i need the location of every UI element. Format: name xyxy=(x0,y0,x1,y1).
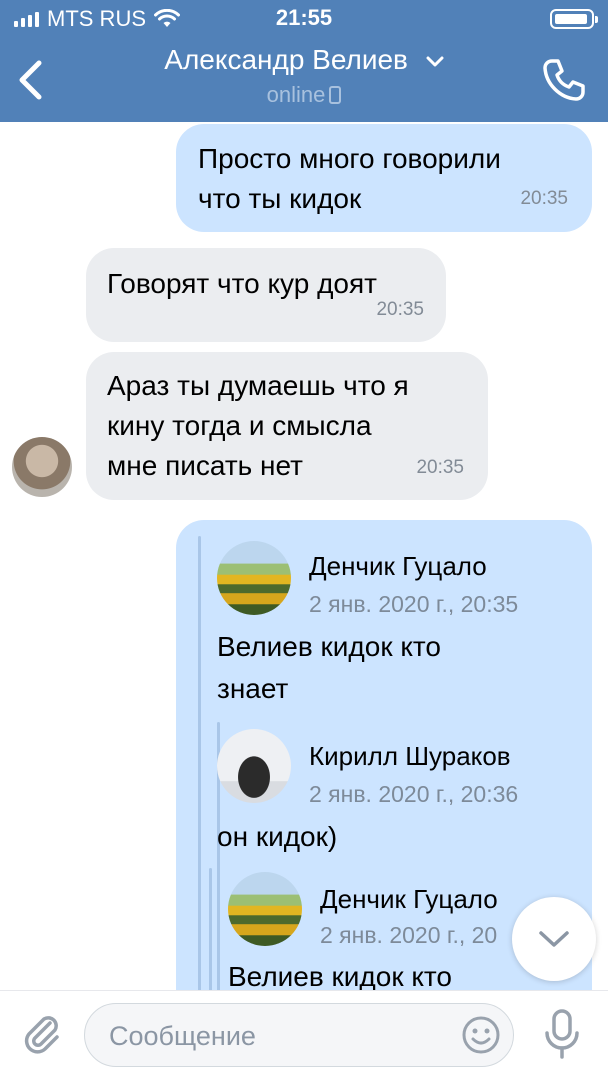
chevron-down-icon xyxy=(426,56,444,67)
message-input[interactable] xyxy=(107,1004,441,1068)
battery-icon xyxy=(550,9,598,29)
smile-icon[interactable] xyxy=(461,1015,501,1055)
contact-title: Александр Велиев xyxy=(0,44,608,76)
chat-header: MTS RUS 21:55 Александр Велиев online xyxy=(0,0,608,122)
message-text: Просто много говорили что ты кидок xyxy=(198,139,501,219)
scroll-down-icon xyxy=(539,931,569,947)
status-time: 21:55 xyxy=(275,5,333,30)
message-line: знает xyxy=(217,673,289,704)
online-label: online xyxy=(266,82,326,107)
forward-author-avatar[interactable] xyxy=(228,872,302,946)
message-composer xyxy=(0,990,608,1081)
forward-date: 2 янв. 2020 г., 20 xyxy=(320,922,498,948)
mic-icon[interactable] xyxy=(542,1005,582,1065)
contact-status: online xyxy=(0,82,608,108)
mobile-icon xyxy=(329,86,342,104)
contact-name: Александр Велиев xyxy=(164,44,408,75)
message-input-box[interactable] xyxy=(84,1003,514,1068)
message-line: Велиев кидок кто xyxy=(217,631,441,662)
message-time: 20:35 xyxy=(520,188,568,209)
forward-quote-bar xyxy=(209,868,212,1010)
message-text: Араз ты думаешь что я кину тогда и смысл… xyxy=(107,366,409,486)
message-line: Просто много говорили xyxy=(198,143,501,174)
attach-icon[interactable] xyxy=(20,1011,64,1055)
forward-date: 2 янв. 2020 г., 20:35 xyxy=(309,591,519,617)
outgoing-message[interactable]: Просто много говорили что ты кидок 20:35 xyxy=(176,124,592,232)
message-line: что ты кидок xyxy=(198,183,362,214)
forward-date: 2 янв. 2020 г., 20:36 xyxy=(309,781,519,807)
phone-call-icon[interactable] xyxy=(540,56,588,104)
scroll-down-button[interactable] xyxy=(512,897,596,981)
message-time: 20:35 xyxy=(376,299,424,320)
contact-title-area[interactable]: Александр Велиев online xyxy=(0,44,608,108)
forward-text: Велиев кидок кто знает xyxy=(217,626,441,710)
message-text: Говорят что кур доят xyxy=(107,268,377,299)
forward-quote-bar xyxy=(198,536,201,1010)
incoming-message[interactable]: Араз ты думаешь что я кину тогда и смысл… xyxy=(86,352,488,500)
message-line: мне писать нет xyxy=(107,450,303,481)
forward-author-name[interactable]: Денчик Гуцало xyxy=(309,546,487,586)
sender-avatar[interactable] xyxy=(12,437,72,497)
message-time: 20:35 xyxy=(416,457,464,478)
forward-author-avatar[interactable] xyxy=(217,541,291,615)
message-line: Араз ты думаешь что я xyxy=(107,370,409,401)
forward-text: он кидок) xyxy=(217,821,338,852)
forward-author-name[interactable]: Денчик Гуцало xyxy=(320,879,498,919)
status-bar: MTS RUS 21:55 xyxy=(0,0,608,40)
incoming-message[interactable]: Говорят что кур доят 20:35 xyxy=(86,248,446,342)
message-line: кину тогда и смысла xyxy=(107,410,372,441)
forward-author-name[interactable]: Кирилл Шураков xyxy=(309,736,511,776)
forward-author-avatar[interactable] xyxy=(217,729,291,803)
